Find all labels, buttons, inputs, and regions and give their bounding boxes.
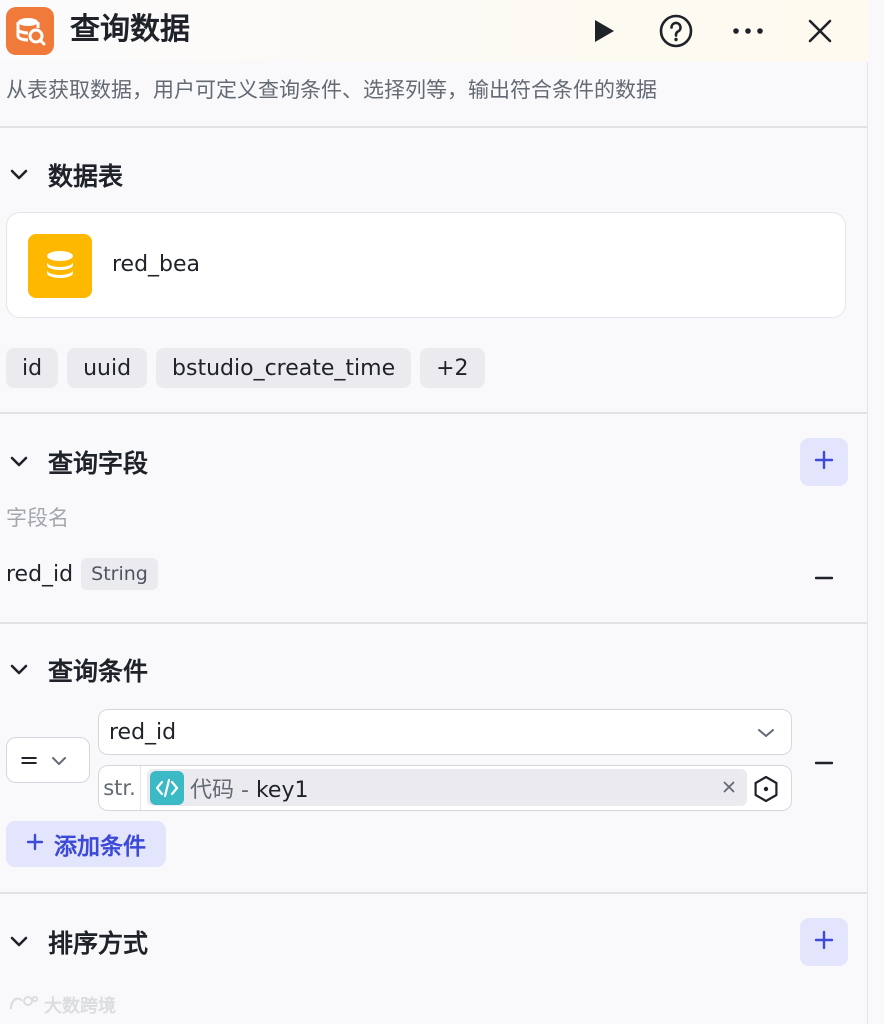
column-chip: uuid [67, 348, 148, 388]
database-search-icon [6, 7, 54, 55]
reference-label: 代码 - key1 [190, 772, 308, 804]
plus-icon [26, 833, 44, 855]
section-sort-order-toggle[interactable]: 排序方式 [6, 922, 148, 962]
remove-condition-button[interactable] [808, 743, 840, 775]
table-name: red_bea [112, 252, 201, 277]
selected-table-card[interactable]: red_bea [6, 212, 846, 318]
section-label: 查询字段 [48, 449, 149, 478]
table-columns: id uuid bstudio_create_time +2 [6, 348, 485, 388]
operator-select[interactable]: = [6, 737, 90, 783]
operator-value: = [19, 746, 40, 774]
reference-key: key1 [255, 777, 309, 803]
chevron-down-icon [757, 723, 775, 742]
watermark-logo-icon [8, 993, 39, 1017]
code-icon [150, 770, 184, 805]
remove-field-button[interactable] [808, 558, 840, 590]
variable-reference-tag[interactable]: 代码 - key1 [147, 769, 747, 806]
divider [0, 126, 868, 128]
add-field-button[interactable] [800, 438, 848, 486]
database-icon [28, 234, 92, 298]
variable-picker-icon[interactable] [749, 772, 783, 806]
reference-separator: - [234, 777, 256, 803]
play-icon[interactable] [584, 11, 624, 51]
section-data-table-toggle[interactable]: 数据表 [6, 155, 123, 195]
divider [0, 412, 868, 414]
column-chip: bstudio_create_time [156, 348, 412, 388]
section-query-fields-toggle[interactable]: 查询字段 [6, 442, 148, 482]
chevron-down-icon [6, 657, 32, 683]
minus-icon [814, 750, 834, 769]
node-description: 从表获取数据，用户可定义查询条件、选择列等，输出符合条件的数据 [6, 78, 657, 102]
section-label: 查询条件 [48, 657, 149, 686]
node-title: 查询数据 [70, 12, 190, 47]
section-query-conditions-toggle[interactable]: 查询条件 [6, 650, 148, 690]
field-name: red_id [6, 561, 74, 587]
chevron-down-icon [6, 929, 32, 955]
divider [0, 622, 868, 624]
chevron-down-icon [6, 449, 32, 475]
plus-icon [814, 450, 834, 474]
chevron-down-icon [51, 751, 67, 770]
condition-field-select[interactable]: red_id [98, 709, 792, 755]
condition-field-value: red_id [109, 719, 177, 745]
close-icon[interactable] [800, 11, 840, 51]
add-condition-label: 添加条件 [54, 834, 146, 860]
value-type-label: str. [99, 766, 141, 810]
more-icon[interactable] [728, 11, 768, 51]
more-columns-chip[interactable]: +2 [420, 348, 485, 388]
watermark: 大数跨境 [8, 992, 116, 1018]
help-icon[interactable] [656, 11, 696, 51]
column-chip: id [6, 348, 59, 388]
divider [0, 892, 868, 894]
condition-value-input[interactable]: str. 代码 - key1 [98, 765, 792, 811]
field-type-badge: String [81, 558, 158, 590]
reference-source: 代码 [190, 777, 235, 803]
section-label: 排序方式 [48, 929, 149, 958]
query-field-row: red_id String [6, 558, 158, 590]
add-condition-button[interactable]: 添加条件 [6, 821, 166, 867]
panel-right-border [867, 62, 868, 1024]
section-label: 数据表 [48, 162, 124, 191]
clear-reference-icon[interactable] [717, 775, 741, 799]
plus-icon [814, 930, 834, 954]
field-name-header: 字段名 [6, 506, 69, 530]
node-header: 查询数据 [0, 0, 868, 62]
minus-icon [814, 565, 834, 584]
chevron-down-icon [6, 162, 32, 188]
add-sort-button[interactable] [800, 918, 848, 966]
watermark-text: 大数跨境 [44, 996, 116, 1017]
